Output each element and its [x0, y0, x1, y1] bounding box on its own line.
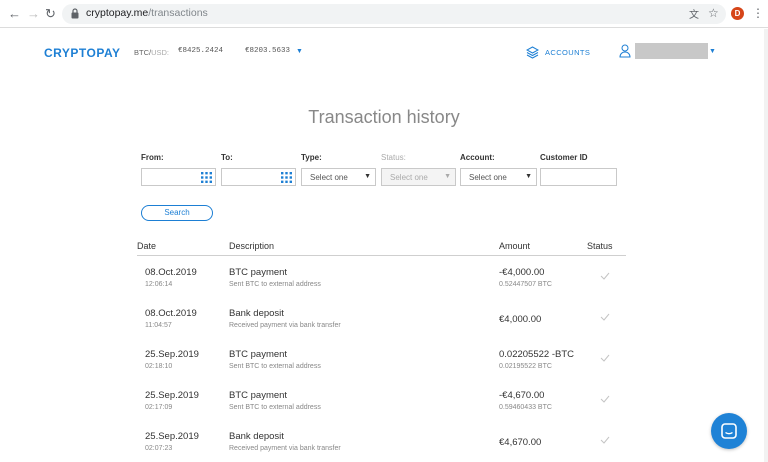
- table-row[interactable]: 25.Sep.2019 02:07:23 Bank deposit Receiv…: [137, 421, 626, 462]
- chat-launcher-button[interactable]: [711, 413, 747, 449]
- type-select-value: Select one: [310, 173, 348, 182]
- rate-label-btc: BTC/: [134, 48, 152, 57]
- row-subtitle: Sent BTC to external address: [229, 404, 321, 411]
- row-amount: -€4,670.00: [499, 390, 545, 401]
- reload-icon[interactable]: ↻: [45, 6, 56, 22]
- status-select: Select one ▼: [381, 168, 456, 186]
- chevron-down-icon[interactable]: ▼: [709, 48, 716, 55]
- row-title: BTC payment: [229, 349, 288, 360]
- rate-label: BTC/USD:: [134, 48, 169, 57]
- back-icon[interactable]: ←: [8, 6, 21, 22]
- header-date: Date: [137, 241, 157, 251]
- row-title: Bank deposit: [229, 431, 284, 442]
- dropdown-caret-icon: ▼: [525, 173, 532, 180]
- row-amount-btc: 0.02195522 BTC: [499, 363, 552, 370]
- calendar-grid-icon[interactable]: [280, 171, 293, 184]
- check-icon: [600, 395, 610, 403]
- row-amount: €4,000.00: [499, 314, 542, 325]
- menu-dots-icon[interactable]: ⋮: [752, 6, 764, 20]
- row-amount: €4,670.00: [499, 437, 542, 448]
- accounts-label: ACCOUNTS: [545, 48, 591, 57]
- page-title: Transaction history: [308, 107, 460, 127]
- status-select-value: Select one: [390, 173, 428, 182]
- forward-icon[interactable]: →: [27, 6, 40, 22]
- browser-toolbar: ← → ↻ cryptopay.me/transactions 文 ☆ D ⋮: [0, 0, 768, 28]
- check-icon: [600, 272, 610, 280]
- row-subtitle: Sent BTC to external address: [229, 281, 321, 288]
- row-amount: 0.02205522 -BTC: [499, 349, 574, 360]
- cryptopay-logo[interactable]: CRYPTOPAY: [44, 46, 121, 60]
- row-time: 02:18:10: [145, 363, 173, 370]
- check-icon: [600, 313, 610, 321]
- row-date: 08.Oct.2019: [145, 308, 197, 319]
- row-date: 25.Sep.2019: [145, 349, 199, 360]
- header-amount: Amount: [499, 241, 531, 251]
- calendar-grid-icon[interactable]: [200, 171, 213, 184]
- translate-icon[interactable]: 文: [689, 6, 699, 21]
- row-time: 02:17:09: [145, 404, 173, 411]
- page-scrollbar[interactable]: [764, 29, 768, 462]
- address-bar[interactable]: cryptopay.me/transactions: [62, 4, 726, 24]
- rate-sell: €8203.5633: [245, 47, 291, 55]
- row-subtitle: Sent BTC to external address: [229, 363, 321, 370]
- to-label: To:: [221, 153, 233, 162]
- header-status: Status: [587, 241, 613, 251]
- user-name-redacted[interactable]: [635, 43, 708, 59]
- chevron-down-icon[interactable]: ▼: [296, 48, 303, 55]
- row-date: 25.Sep.2019: [145, 431, 199, 442]
- dropdown-caret-icon: ▼: [364, 173, 371, 180]
- row-amount-btc: 0.59460433 BTC: [499, 404, 552, 411]
- customer-id-label: Customer ID: [540, 153, 588, 162]
- account-select-value: Select one: [469, 173, 507, 182]
- user-icon[interactable]: [619, 44, 631, 58]
- search-button[interactable]: Search: [141, 205, 213, 221]
- from-date-input[interactable]: [141, 168, 216, 186]
- url-text: cryptopay.me/transactions: [86, 7, 208, 19]
- table-row[interactable]: 08.Oct.2019 12:06:14 BTC payment Sent BT…: [137, 257, 626, 298]
- profile-avatar[interactable]: D: [731, 7, 744, 20]
- table-row[interactable]: 25.Sep.2019 02:17:09 BTC payment Sent BT…: [137, 380, 626, 421]
- row-title: Bank deposit: [229, 308, 284, 319]
- url-path: /transactions: [148, 7, 208, 19]
- rate-label-usd: USD:: [151, 48, 170, 57]
- to-date-input[interactable]: [221, 168, 296, 186]
- row-subtitle: Received payment via bank transfer: [229, 322, 341, 329]
- type-label: Type:: [301, 153, 322, 162]
- check-icon: [600, 436, 610, 444]
- url-host: cryptopay.me: [86, 7, 149, 19]
- account-select[interactable]: Select one ▼: [460, 168, 537, 186]
- customer-id-input[interactable]: [540, 168, 617, 186]
- row-time: 11:04:57: [145, 322, 172, 329]
- dropdown-caret-icon: ▼: [444, 173, 451, 180]
- status-label: Status:: [381, 153, 406, 162]
- type-select[interactable]: Select one ▼: [301, 168, 376, 186]
- table-row[interactable]: 08.Oct.2019 11:04:57 Bank deposit Receiv…: [137, 298, 626, 339]
- from-label: From:: [141, 153, 164, 162]
- row-title: BTC payment: [229, 267, 288, 278]
- layers-icon: [526, 46, 539, 59]
- row-amount-btc: 0.52447507 BTC: [499, 281, 552, 288]
- rate-buy: €8425.2424: [178, 47, 224, 55]
- header-divider: [137, 255, 626, 256]
- account-label: Account:: [460, 153, 495, 162]
- header-description: Description: [229, 241, 275, 251]
- row-subtitle: Received payment via bank transfer: [229, 445, 341, 452]
- row-time: 12:06:14: [145, 281, 173, 288]
- row-title: BTC payment: [229, 390, 288, 401]
- check-icon: [600, 354, 610, 362]
- lock-icon: [71, 8, 79, 19]
- row-time: 02:07:23: [145, 445, 173, 452]
- row-date: 08.Oct.2019: [145, 267, 197, 278]
- star-icon[interactable]: ☆: [708, 6, 719, 20]
- table-row[interactable]: 25.Sep.2019 02:18:10 BTC payment Sent BT…: [137, 339, 626, 380]
- row-date: 25.Sep.2019: [145, 390, 199, 401]
- chat-icon: [721, 423, 737, 439]
- row-amount: -€4,000.00: [499, 267, 545, 278]
